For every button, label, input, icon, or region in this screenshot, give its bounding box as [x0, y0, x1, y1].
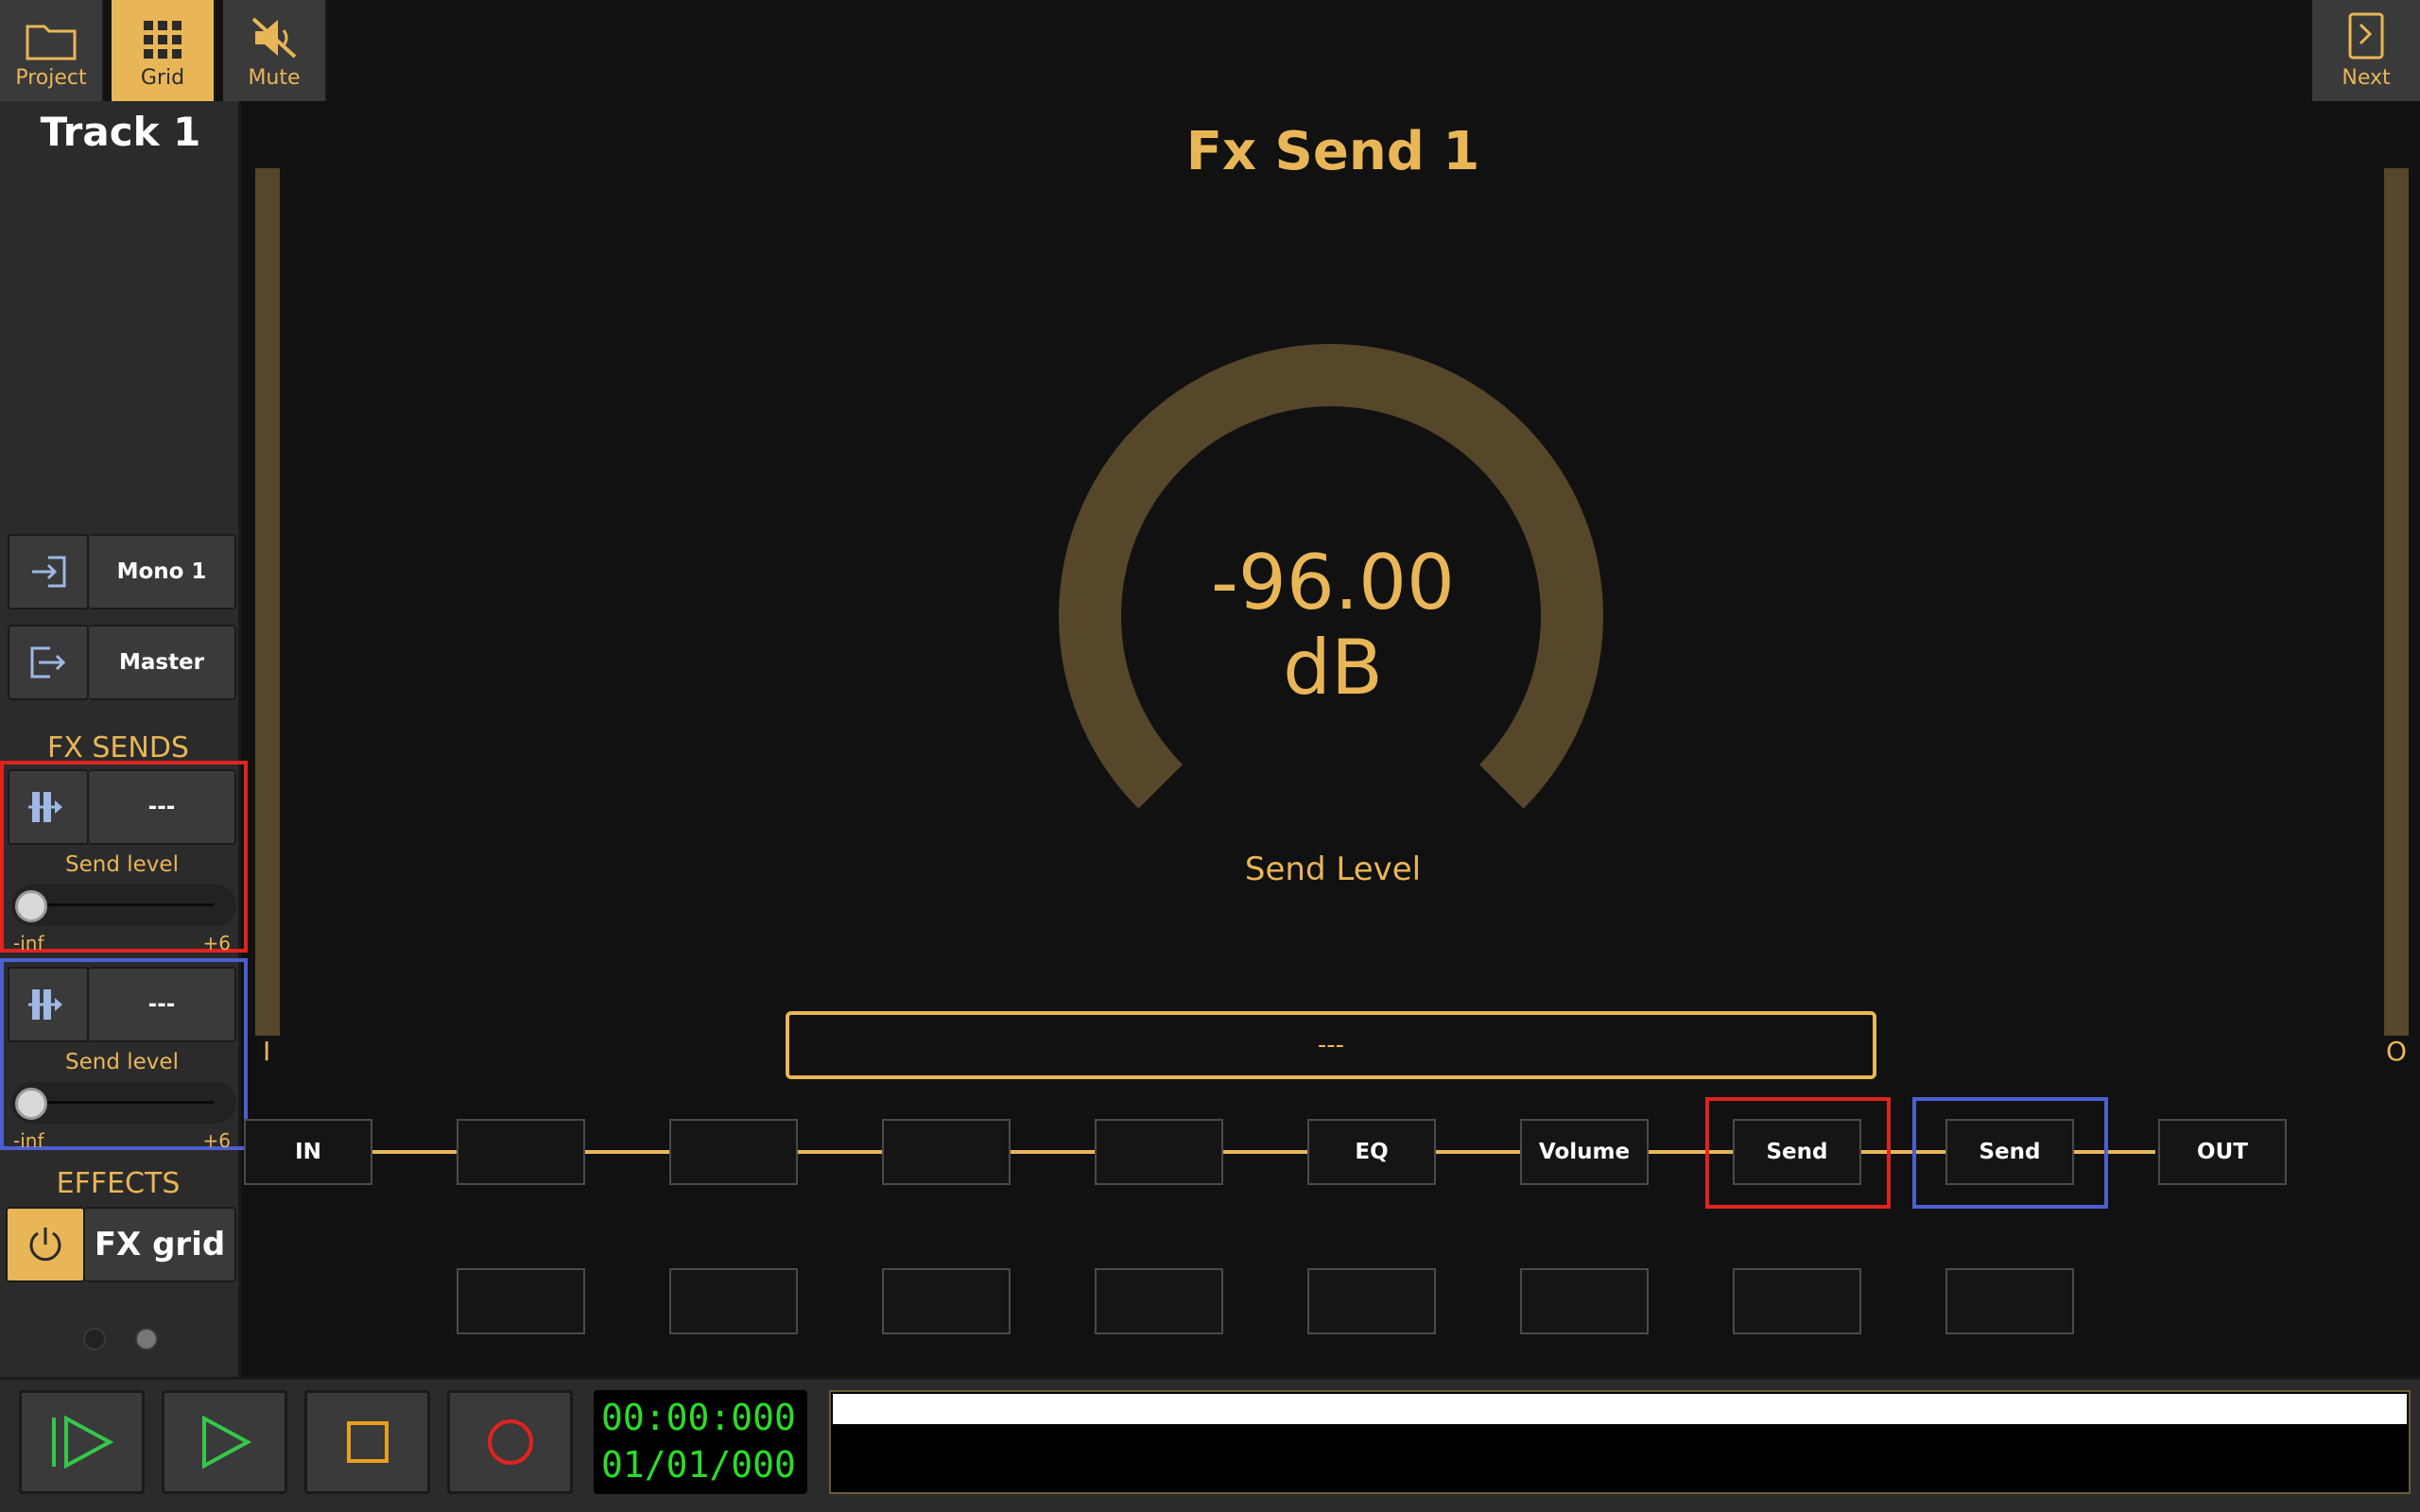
input-meter-label: I [263, 1036, 271, 1067]
grid-icon [144, 21, 182, 59]
mute-button[interactable]: Mute [223, 0, 327, 101]
send-2-highlight [1912, 1097, 2108, 1209]
chain-lower-slot-1[interactable] [457, 1268, 585, 1334]
send-1-min: -inf [13, 932, 44, 954]
chain-slot-5[interactable] [1095, 1119, 1223, 1185]
send-2-row[interactable]: --- [8, 967, 236, 1042]
slider-track [38, 903, 214, 906]
send-1-highlight [1705, 1097, 1891, 1209]
chain-lower-slot-7[interactable] [1733, 1268, 1861, 1334]
send-destination-selector[interactable]: --- [786, 1011, 1876, 1079]
stop-icon [346, 1421, 389, 1463]
send-2-target[interactable]: --- [89, 967, 236, 1042]
chain-slot-7[interactable]: Volume [1520, 1119, 1649, 1185]
chain-lower-slot-6[interactable] [1520, 1268, 1649, 1334]
send-2-level-slider[interactable] [11, 1082, 236, 1124]
play-icon [201, 1415, 251, 1469]
fx-send-1: --- Send level -inf +6 [0, 761, 248, 954]
fx-grid-button[interactable]: FX grid [85, 1207, 236, 1282]
chain-lower-slot-2[interactable] [669, 1268, 798, 1334]
output-selector[interactable]: Master [89, 625, 236, 700]
input-row[interactable]: Mono 1 [8, 534, 236, 610]
record-icon [487, 1419, 533, 1465]
fx-send-2: --- Send level -inf +6 [0, 958, 248, 1152]
stop-button[interactable] [304, 1390, 430, 1494]
output-meter-label: O [2386, 1036, 2408, 1067]
position-readout: 01/01/000 [601, 1444, 796, 1486]
fx-power-button[interactable] [6, 1207, 85, 1282]
page-dot-2[interactable] [135, 1328, 158, 1350]
output-meter [2384, 168, 2409, 1036]
power-icon [29, 1228, 61, 1262]
play-from-start-icon [51, 1415, 113, 1469]
input-icon [32, 556, 66, 588]
fx-sends-heading: FX SENDS [47, 731, 189, 765]
project-label: Project [15, 66, 87, 90]
grid-button[interactable]: Grid [112, 0, 216, 101]
chain-slot-6[interactable]: EQ [1307, 1119, 1436, 1185]
input-selector[interactable]: Mono 1 [89, 534, 236, 610]
send-1-level-slider[interactable] [11, 885, 236, 926]
next-button[interactable]: Next [2312, 0, 2420, 101]
output-icon [30, 646, 66, 679]
chain-slot-10[interactable]: OUT [2158, 1119, 2287, 1185]
fx-row: FX grid [6, 1207, 236, 1282]
chain-slot-1[interactable]: IN [244, 1119, 372, 1185]
send-icon [28, 989, 62, 1020]
next-page-icon [2348, 12, 2384, 60]
overview-timeline [833, 1394, 2407, 1424]
page-dot-1[interactable] [83, 1328, 106, 1350]
input-meter [255, 168, 280, 1036]
chain-slot-3[interactable] [669, 1119, 798, 1185]
folder-icon [26, 25, 77, 60]
project-button[interactable]: Project [0, 0, 104, 101]
speaker-muted-icon [251, 17, 297, 59]
send-1-row[interactable]: --- [8, 769, 236, 845]
play-button[interactable] [162, 1390, 287, 1494]
next-label: Next [2342, 66, 2391, 90]
send-level-value: -96.00 [1211, 539, 1455, 627]
send-1-level-label: Send level [65, 852, 179, 877]
chain-lower-slot-8[interactable] [1945, 1268, 2074, 1334]
slider-thumb[interactable] [15, 890, 47, 922]
output-icon-button[interactable] [8, 625, 89, 700]
send-2-icon-button[interactable] [8, 967, 89, 1042]
grid-label: Grid [140, 66, 185, 90]
send-1-icon-button[interactable] [8, 769, 89, 845]
track-title: Track 1 [40, 109, 201, 155]
send-level-readout: -96.00 dB [1078, 541, 1588, 711]
slider-track [38, 1101, 214, 1104]
timecode-display: 00:00:000 01/01/000 [594, 1390, 807, 1494]
send-icon [28, 792, 62, 822]
page-title: Fx Send 1 [1185, 121, 1480, 182]
effects-heading: EFFECTS [56, 1167, 181, 1200]
record-button[interactable] [447, 1390, 573, 1494]
send-level-label: Send Level [1244, 850, 1422, 888]
play-from-start-button[interactable] [19, 1390, 145, 1494]
send-2-min: -inf [13, 1129, 44, 1152]
chain-lower-slot-4[interactable] [1095, 1268, 1223, 1334]
chain-lower-slot-3[interactable] [882, 1268, 1011, 1334]
send-1-target[interactable]: --- [89, 769, 236, 845]
chain-lower-slot-5[interactable] [1307, 1268, 1436, 1334]
song-overview[interactable] [829, 1390, 2411, 1494]
send-2-level-label: Send level [65, 1050, 179, 1074]
slider-thumb[interactable] [15, 1088, 47, 1120]
send-2-max: +6 [202, 1129, 231, 1152]
output-row[interactable]: Master [8, 625, 236, 700]
chain-slot-4[interactable] [882, 1119, 1011, 1185]
send-1-max: +6 [202, 932, 231, 954]
send-level-unit: dB [1283, 624, 1383, 712]
time-readout: 00:00:000 [601, 1397, 796, 1438]
chain-slot-2[interactable] [457, 1119, 585, 1185]
input-icon-button[interactable] [8, 534, 89, 610]
mute-label: Mute [248, 66, 301, 90]
